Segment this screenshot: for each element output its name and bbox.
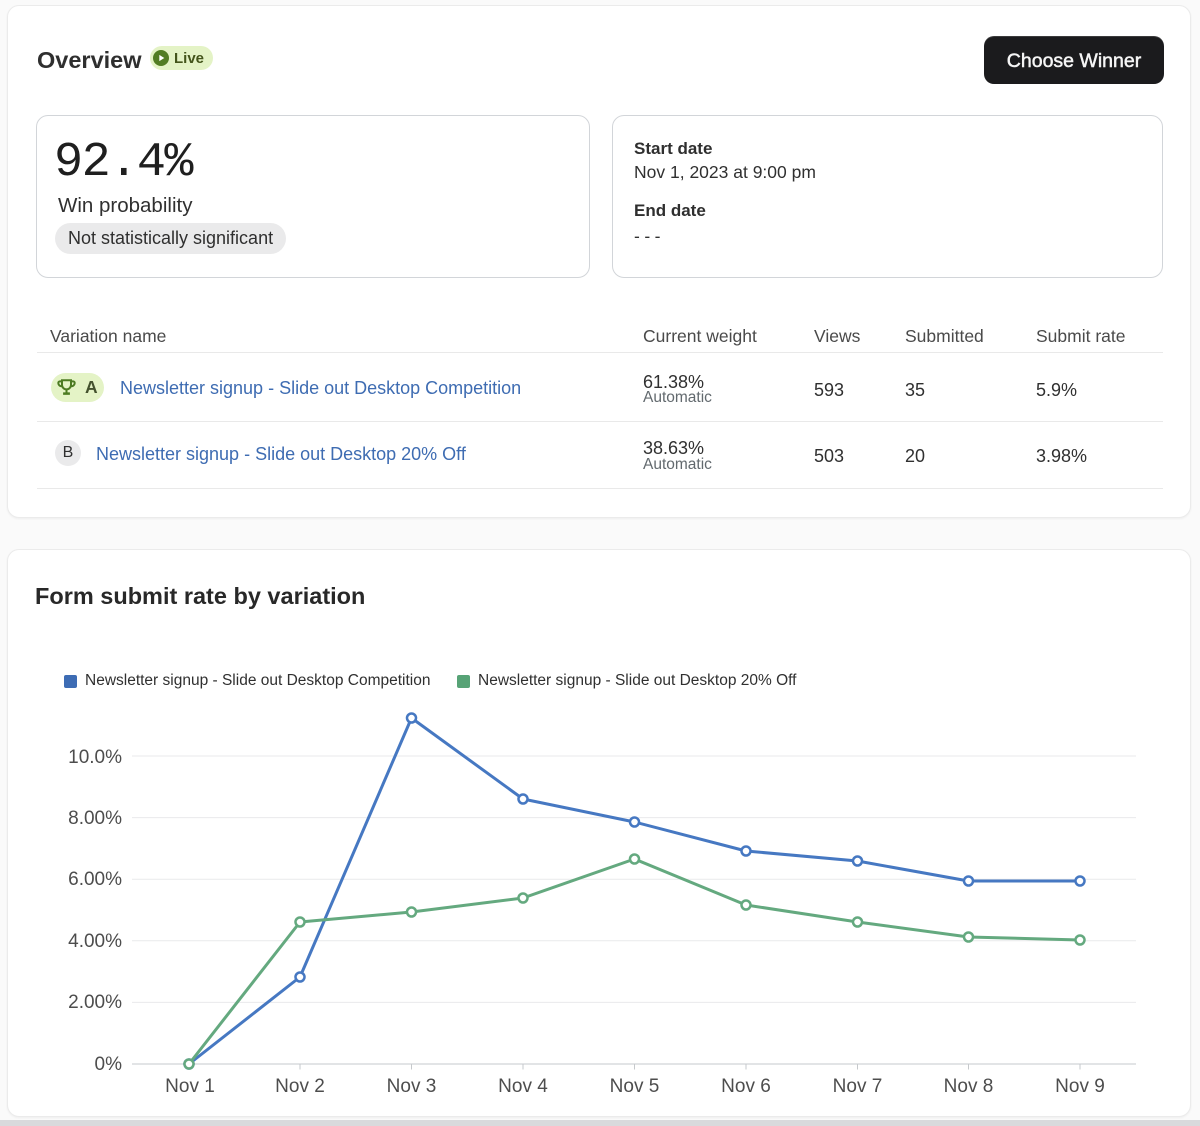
- svg-text:Nov 1: Nov 1: [165, 1076, 215, 1097]
- svg-text:Nov 6: Nov 6: [721, 1076, 771, 1097]
- svg-text:Nov 8: Nov 8: [944, 1076, 994, 1097]
- svg-text:8.00%: 8.00%: [68, 808, 122, 829]
- svg-text:2.00%: 2.00%: [68, 992, 122, 1013]
- svg-text:6.00%: 6.00%: [68, 869, 122, 890]
- svg-text:10.0%: 10.0%: [68, 747, 122, 768]
- svg-text:4.00%: 4.00%: [68, 931, 122, 952]
- svg-text:Nov 5: Nov 5: [610, 1076, 660, 1097]
- svg-text:Nov 2: Nov 2: [275, 1076, 325, 1097]
- svg-text:Nov 3: Nov 3: [387, 1076, 437, 1097]
- svg-text:Nov 7: Nov 7: [833, 1076, 883, 1097]
- svg-text:Nov 4: Nov 4: [498, 1076, 548, 1097]
- svg-text:0%: 0%: [95, 1054, 123, 1075]
- svg-text:Nov 9: Nov 9: [1055, 1076, 1105, 1097]
